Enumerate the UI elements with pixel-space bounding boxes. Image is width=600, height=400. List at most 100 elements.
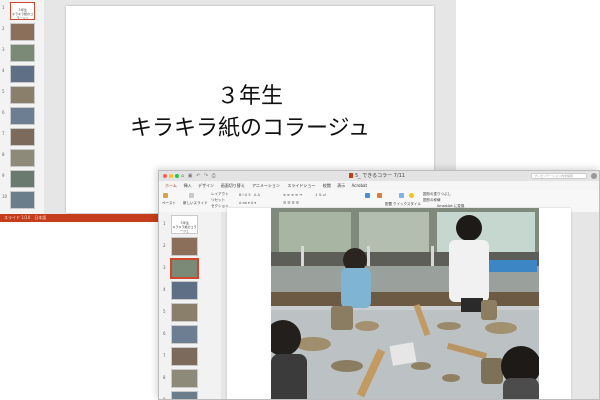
minimize-window-button[interactable]: [169, 174, 173, 178]
status-bar-text: スライド 1/10 日本語: [4, 215, 47, 220]
slide-thumbnail[interactable]: [10, 86, 35, 104]
ribbon-tab[interactable]: アニメーション: [252, 181, 280, 190]
front-thumbnail-row[interactable]: 9: [159, 390, 221, 399]
thumbnail-number: 5: [163, 309, 166, 314]
quick-styles-button[interactable]: クイックスタイル: [393, 202, 421, 206]
front-current-slide[interactable]: [227, 208, 571, 399]
reset-button[interactable]: リセット: [211, 198, 225, 202]
slide-thumbnail[interactable]: [10, 107, 35, 125]
slide-thumbnail[interactable]: [171, 303, 198, 322]
alignment-controls[interactable]: ☰ ☰ ☰ ☰: [283, 201, 299, 205]
thumbnail-number: 2: [2, 26, 5, 31]
classroom-clay-photo-drawing: [271, 208, 539, 399]
thumbnail-number: 9: [2, 173, 5, 178]
back-slide-thumbnail-pane[interactable]: 1 ３年生 キラキラ紙のコラージュ 2 3 4 5 6 7 8 9 10: [0, 0, 45, 214]
slide-thumbnail[interactable]: [10, 128, 35, 146]
ribbon-tab-bar: ホーム 挿入 デザイン 画面切り替え アニメーション スライドショー 校閲 表示 Acrobat: [159, 181, 599, 191]
new-slide-button[interactable]: 新しいスライド: [183, 201, 208, 205]
paste-icon: [163, 193, 168, 198]
shape-fill-icon: [409, 193, 414, 198]
slide-thumbnail[interactable]: [171, 325, 198, 344]
quick-styles-icon: [399, 193, 404, 198]
ribbon-tab[interactable]: 画面切り替え: [221, 181, 245, 190]
back-thumbnail-row[interactable]: 2: [0, 23, 44, 43]
back-thumbnail-row[interactable]: 7: [0, 128, 44, 148]
thumbnail-title-text: ３年生 キラキラ紙のコラージュ: [172, 221, 197, 233]
shape-fill-button[interactable]: 図形の塗りつぶし: [423, 192, 451, 196]
thumbnail-number: 2: [163, 243, 166, 248]
front-thumbnail-row[interactable]: 8: [159, 368, 221, 390]
slide-thumbnail[interactable]: [171, 237, 198, 256]
thumbnail-number: 3: [2, 47, 5, 52]
thumbnail-number: 10: [2, 194, 8, 199]
thumbnail-number: 4: [163, 287, 166, 292]
back-thumbnail-row[interactable]: 6: [0, 107, 44, 127]
slide-thumbnail[interactable]: [10, 170, 35, 188]
front-thumbnail-row[interactable]: 7: [159, 346, 221, 368]
slide-thumbnail[interactable]: [171, 347, 198, 366]
section-button[interactable]: セクション: [211, 204, 229, 208]
back-thumbnail-row[interactable]: 8: [0, 149, 44, 169]
back-thumbnail-row[interactable]: 3: [0, 44, 44, 64]
back-thumbnail-row[interactable]: 10: [0, 191, 44, 211]
powerpoint-file-icon: [349, 173, 353, 178]
document-title-text: 5_ できるコラー 7/11: [355, 173, 405, 179]
slide-title-collage[interactable]: キラキラ紙のコラージュ: [66, 110, 434, 142]
ribbon-tab[interactable]: 表示: [337, 181, 345, 190]
font-color-controls[interactable]: A ab ▾ A ▾: [239, 201, 256, 205]
font-controls[interactable]: B I U S A A: [239, 193, 260, 197]
front-slide-canvas: [221, 208, 599, 399]
slide-thumbnail[interactable]: ３年生 キラキラ紙のコラージュ: [10, 2, 35, 20]
back-thumbnail-row[interactable]: 9: [0, 170, 44, 190]
front-thumbnail-row[interactable]: 2: [159, 236, 221, 258]
thumbnail-number: 4: [2, 68, 5, 73]
back-thumbnail-row[interactable]: 1 ３年生 キラキラ紙のコラージュ: [0, 2, 44, 22]
zoom-window-button[interactable]: [175, 174, 179, 178]
paragraph-controls[interactable]: ≡ ≡ ≡ ≡ ⇥: [283, 193, 302, 197]
account-icon[interactable]: [591, 173, 597, 179]
thumbnail-number: 6: [163, 331, 166, 336]
thumbnail-number: 6: [2, 110, 5, 115]
classroom-clay-photo[interactable]: [271, 208, 539, 399]
front-thumbnail-row[interactable]: 6: [159, 324, 221, 346]
shape-outline-button[interactable]: 図形の枠線: [423, 198, 441, 202]
thumbnail-title-text: ３年生 キラキラ紙のコラージュ: [11, 8, 33, 20]
slide-thumbnail[interactable]: [171, 281, 198, 300]
thumbnail-number: 7: [163, 353, 166, 358]
slide-thumbnail[interactable]: [171, 391, 198, 399]
thumbnail-number: 1: [2, 5, 5, 10]
front-thumbnail-row[interactable]: 4: [159, 280, 221, 302]
slide-thumbnail[interactable]: [10, 191, 35, 209]
slide-thumbnail[interactable]: [10, 65, 35, 83]
text-direction-controls[interactable]: ↕ ⇅ ⇄: [315, 193, 326, 197]
ribbon-tab[interactable]: 挿入: [184, 181, 192, 190]
search-input[interactable]: プレゼンテーション内を検索: [531, 173, 587, 179]
slide-thumbnail[interactable]: [10, 23, 35, 41]
back-thumbnail-row[interactable]: 4: [0, 65, 44, 85]
slide-thumbnail[interactable]: [171, 369, 198, 388]
close-window-button[interactable]: [163, 174, 167, 178]
thumbnail-number: 5: [2, 89, 5, 94]
arrange-button[interactable]: 配置: [385, 202, 392, 206]
ribbon-tab[interactable]: Acrobat: [352, 181, 367, 190]
slide-thumbnail[interactable]: [10, 44, 35, 62]
ribbon-tab[interactable]: 校閲: [323, 181, 331, 190]
slide-title-grade[interactable]: ３年生: [66, 78, 434, 110]
paste-button[interactable]: ペースト: [162, 201, 176, 205]
back-thumbnail-row[interactable]: 5: [0, 86, 44, 106]
ribbon-tab[interactable]: スライドショー: [287, 181, 315, 190]
front-thumbnail-row[interactable]: 5: [159, 302, 221, 324]
layout-button[interactable]: レイアウト: [211, 192, 229, 196]
thumbnail-number: 8: [163, 375, 166, 380]
slide-thumbnail[interactable]: ３年生 キラキラ紙のコラージュ: [171, 215, 198, 234]
front-thumbnail-row[interactable]: 3: [159, 258, 221, 280]
quick-access-icons[interactable]: ⌂ ▣ ↶ ↷ ⎙: [181, 173, 217, 179]
front-thumbnail-row[interactable]: 1 ３年生 キラキラ紙のコラージュ: [159, 214, 221, 236]
selected-slide-thumbnail[interactable]: [170, 258, 199, 279]
front-slide-thumbnail-pane[interactable]: 1 ３年生 キラキラ紙のコラージュ 2 3 4 5 6 7 8 9: [159, 212, 222, 399]
ribbon-tab[interactable]: デザイン: [198, 181, 214, 190]
thumbnail-number: 7: [2, 131, 5, 136]
thumbnail-number: 1: [163, 221, 166, 226]
shapes-icon: [365, 193, 370, 198]
slide-thumbnail[interactable]: [10, 149, 35, 167]
